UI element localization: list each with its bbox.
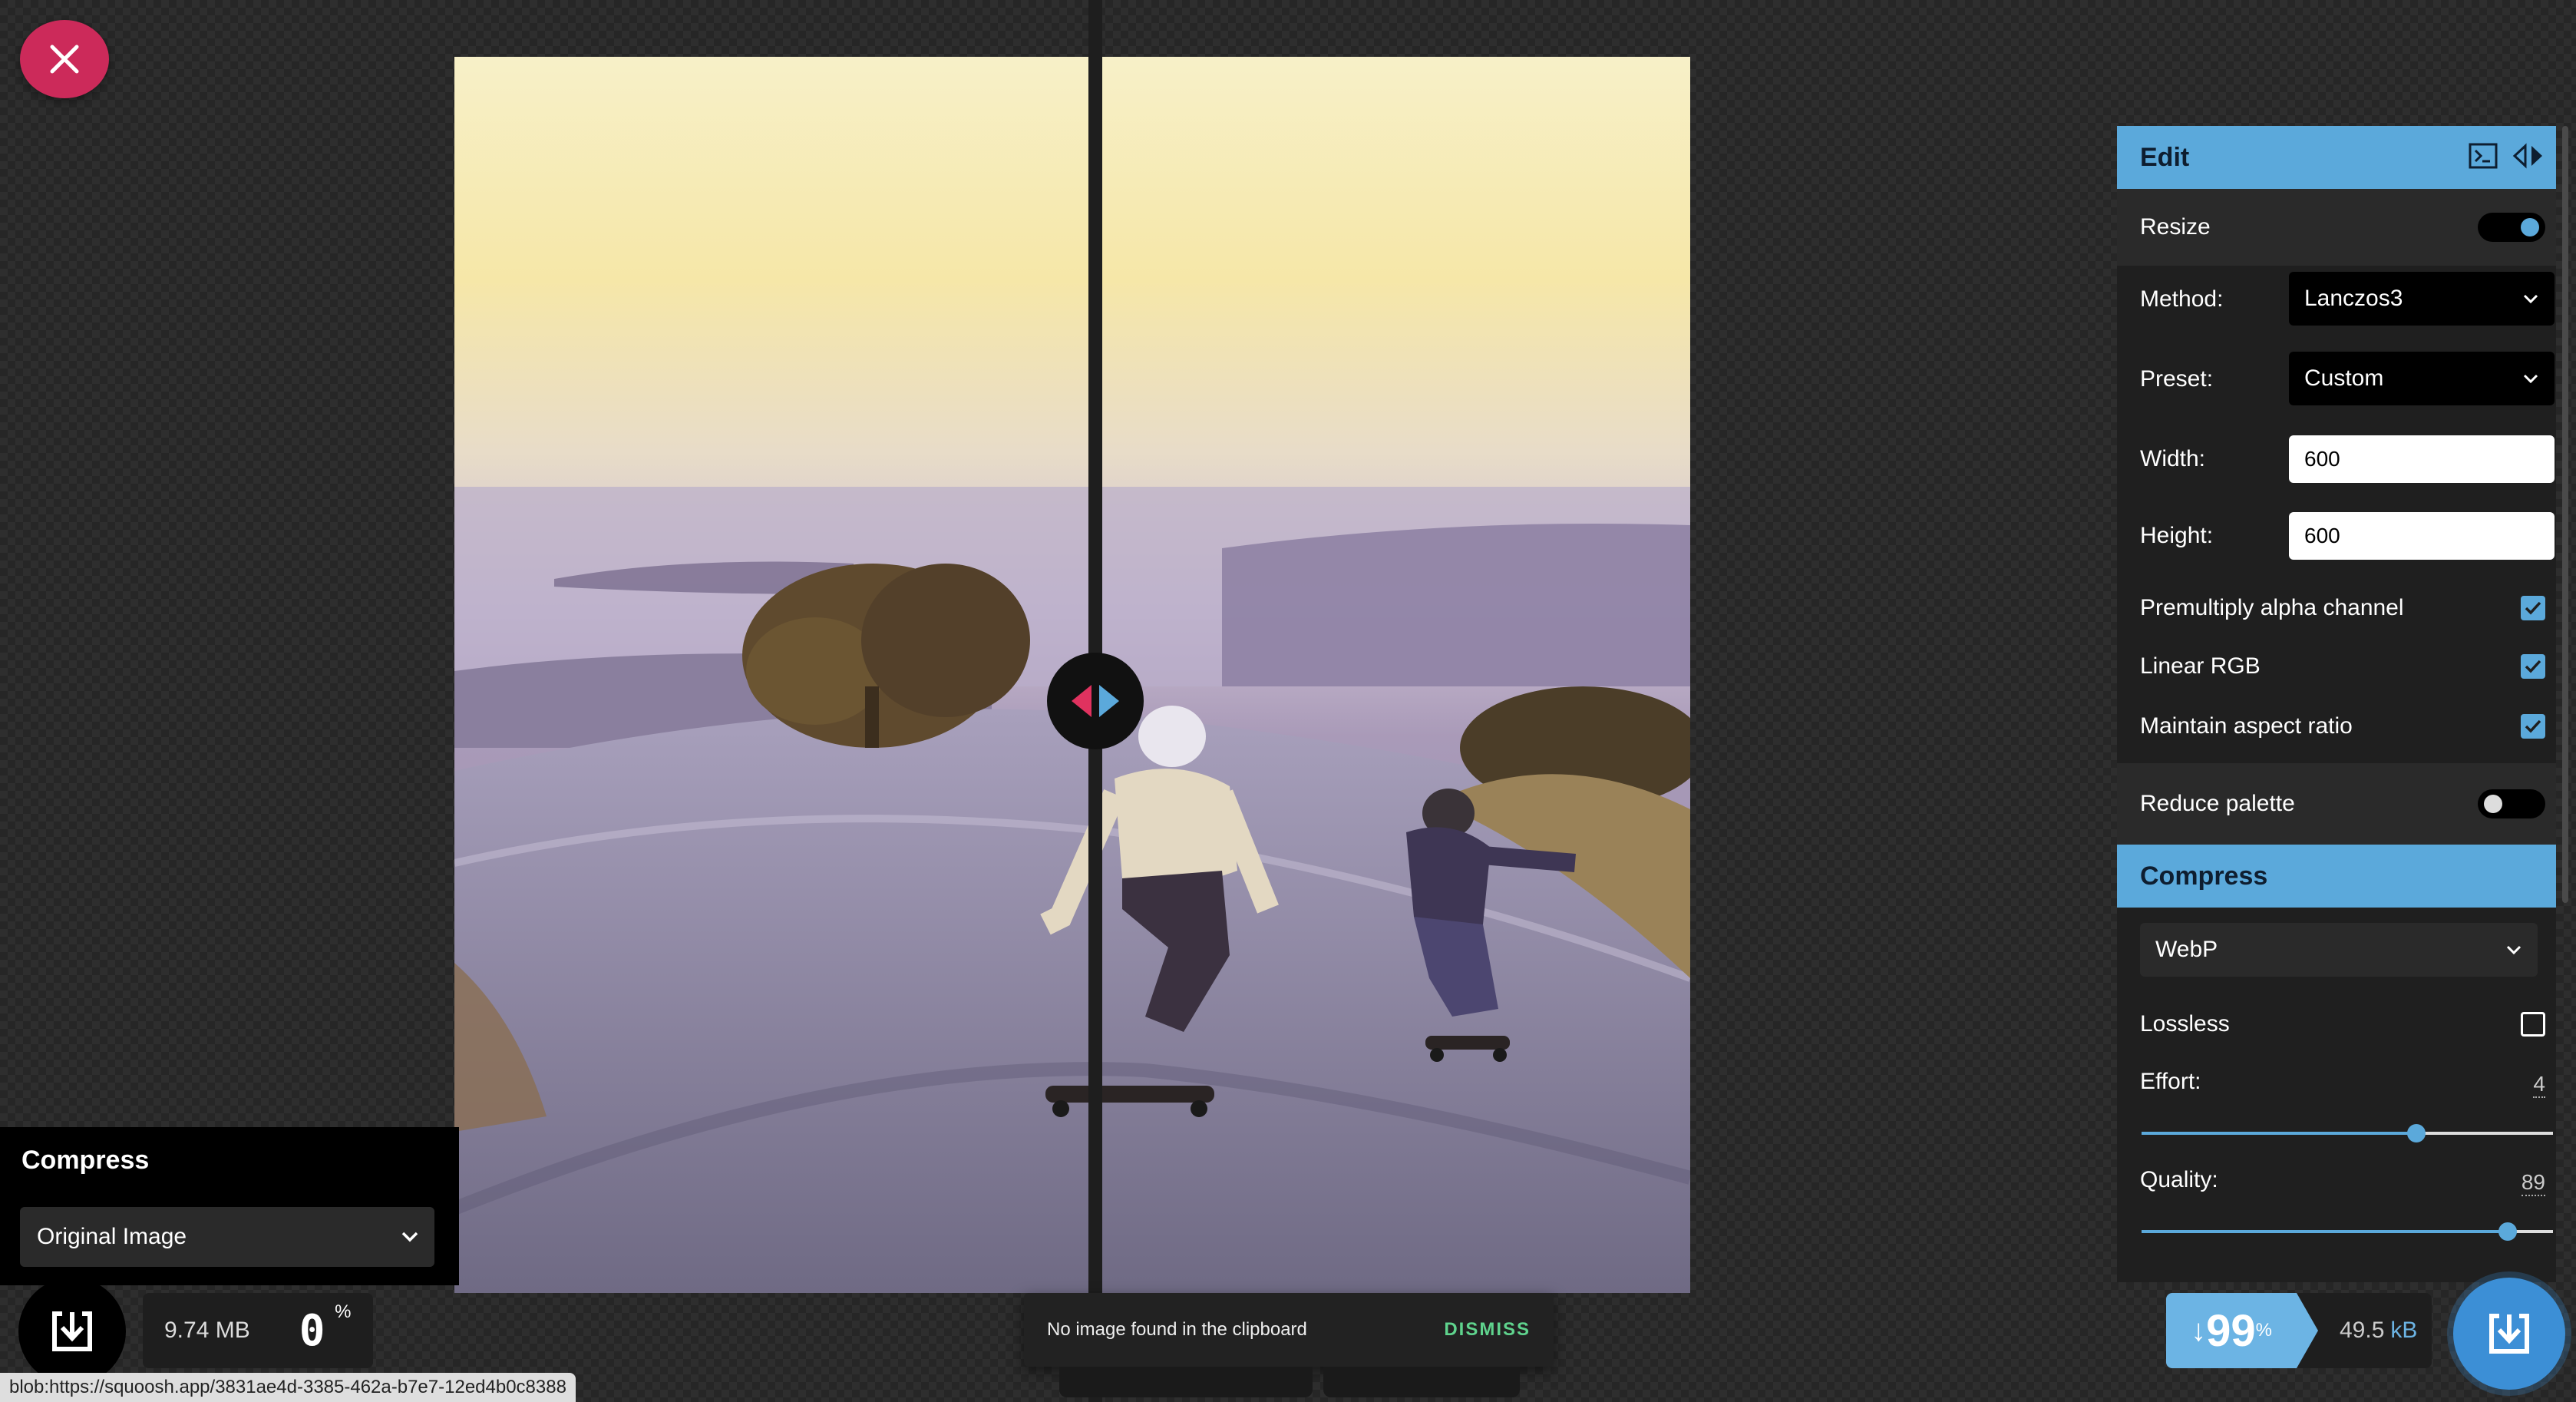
compress-section-title: Compress [2140, 861, 2268, 891]
original-size-box: 9.74 MB 0% [143, 1293, 373, 1368]
left-compress-panel: Compress Original Image [0, 1127, 459, 1285]
premultiply-checkbox[interactable] [2521, 596, 2545, 620]
result-file-size: 49.5 kB [2340, 1293, 2417, 1368]
height-input[interactable]: 600 [2289, 512, 2555, 560]
resize-toggle-knob [2521, 218, 2539, 236]
effort-slider[interactable] [2142, 1124, 2553, 1142]
method-select[interactable]: Lanczos3 [2289, 272, 2555, 326]
result-percent-sign: % [2255, 1320, 2272, 1341]
effort-slider-knob[interactable] [2407, 1124, 2426, 1142]
reduce-palette-row: Reduce palette [2117, 763, 2556, 845]
zoom-controls [1059, 1367, 1520, 1402]
result-savings-badge: ↓ 99 % [2166, 1293, 2318, 1368]
quality-slider[interactable] [2142, 1222, 2553, 1241]
preset-label: Preset: [2140, 366, 2214, 392]
preset-row: Preset: Custom [2117, 346, 2556, 413]
zoom-out-control[interactable] [1059, 1367, 1313, 1397]
clipboard-toast: No image found in the clipboard DISMISS [1024, 1293, 1554, 1367]
split-handle[interactable] [1047, 653, 1144, 749]
right-options-panel: Edit Resize Method: Lanczos3 Preset: Cus… [2117, 126, 2556, 1282]
result-size-unit: kB [2390, 1318, 2418, 1343]
lossless-row: Lossless [2117, 992, 2556, 1056]
height-row: Height: 600 [2117, 502, 2556, 570]
reduce-palette-toggle[interactable] [2478, 789, 2545, 818]
quality-label: Quality: [2140, 1167, 2218, 1192]
width-row: Width: 600 [2117, 425, 2556, 493]
effort-value[interactable]: 4 [2533, 1072, 2545, 1098]
toast-message: No image found in the clipboard [1047, 1319, 1307, 1340]
quality-slider-knob[interactable] [2498, 1222, 2517, 1241]
codec-select[interactable]: WebP [2140, 923, 2538, 977]
resize-toggle[interactable] [2478, 213, 2545, 242]
resize-row: Resize [2117, 189, 2556, 266]
height-label: Height: [2140, 523, 2214, 548]
panel-scrollbar[interactable] [2562, 126, 2568, 903]
reduce-palette-toggle-knob [2484, 795, 2502, 813]
chevron-down-icon [2506, 945, 2522, 955]
status-url: blob:https://squoosh.app/3831ae4d-3385-4… [0, 1373, 576, 1402]
original-percent-sign: % [335, 1301, 352, 1322]
aspect-ratio-row: Maintain aspect ratio [2117, 696, 2556, 757]
download-result-button[interactable] [2453, 1278, 2565, 1390]
checkmark-icon [2525, 719, 2541, 733]
width-input[interactable]: 600 [2289, 435, 2555, 483]
checkmark-icon [2525, 601, 2541, 615]
split-arrows-icon [1072, 685, 1119, 717]
rotate-control[interactable] [1323, 1367, 1520, 1397]
result-size-value: 49.5 [2340, 1318, 2385, 1343]
premultiply-row: Premultiply alpha channel [2117, 579, 2556, 637]
left-codec-value: Original Image [37, 1224, 187, 1249]
preset-value: Custom [2304, 365, 2384, 391]
download-original-button[interactable] [18, 1278, 126, 1385]
chevron-down-icon [2523, 294, 2538, 304]
download-icon [2489, 1314, 2529, 1354]
left-codec-select[interactable]: Original Image [20, 1207, 434, 1267]
lossless-checkbox[interactable] [2521, 1012, 2545, 1037]
codec-value: WebP [2155, 937, 2218, 962]
down-arrow-icon: ↓ [2191, 1313, 2207, 1347]
left-compress-title: Compress [21, 1145, 150, 1175]
aspect-ratio-checkbox[interactable] [2521, 714, 2545, 739]
original-percent-value: 0 [299, 1305, 325, 1356]
preset-select[interactable]: Custom [2289, 352, 2555, 405]
close-button[interactable] [20, 20, 109, 98]
original-percent: 0% [299, 1301, 352, 1356]
width-label: Width: [2140, 446, 2206, 471]
edit-section-title: Edit [2140, 142, 2190, 172]
effort-row: Effort: 4 [2117, 1056, 2556, 1156]
close-icon [50, 45, 79, 74]
reduce-palette-label: Reduce palette [2140, 791, 2295, 816]
swap-sides-icon[interactable] [2512, 143, 2545, 169]
result-percent-value: 99 [2206, 1305, 2256, 1356]
result-size-box: ↓ 99 % 49.5 kB [2166, 1293, 2432, 1368]
original-file-size: 9.74 MB [164, 1318, 250, 1343]
effort-slider-rest [2416, 1132, 2553, 1135]
linear-rgb-checkbox[interactable] [2521, 654, 2545, 679]
edit-section-header: Edit [2117, 126, 2556, 189]
method-row: Method: Lanczos3 [2117, 266, 2556, 333]
compress-section-header: Compress [2117, 845, 2556, 908]
checkmark-icon [2525, 660, 2541, 673]
premultiply-label: Premultiply alpha channel [2140, 595, 2404, 620]
aspect-ratio-label: Maintain aspect ratio [2140, 713, 2353, 739]
linear-rgb-label: Linear RGB [2140, 653, 2261, 679]
codec-row: WebP [2117, 908, 2556, 992]
terminal-icon[interactable] [2469, 143, 2498, 169]
method-value: Lanczos3 [2304, 286, 2403, 311]
resize-label: Resize [2140, 214, 2211, 240]
linear-rgb-row: Linear RGB [2117, 637, 2556, 696]
effort-label: Effort: [2140, 1069, 2201, 1094]
method-label: Method: [2140, 286, 2224, 312]
quality-row: Quality: 89 [2117, 1155, 2556, 1255]
badge-arrow-tip [2297, 1293, 2318, 1368]
chevron-down-icon [2523, 374, 2538, 384]
lossless-label: Lossless [2140, 1011, 2230, 1037]
dismiss-button[interactable]: DISMISS [1444, 1319, 1531, 1341]
download-icon [52, 1311, 92, 1351]
chevron-down-icon [401, 1232, 418, 1242]
quality-value[interactable]: 89 [2521, 1170, 2545, 1196]
